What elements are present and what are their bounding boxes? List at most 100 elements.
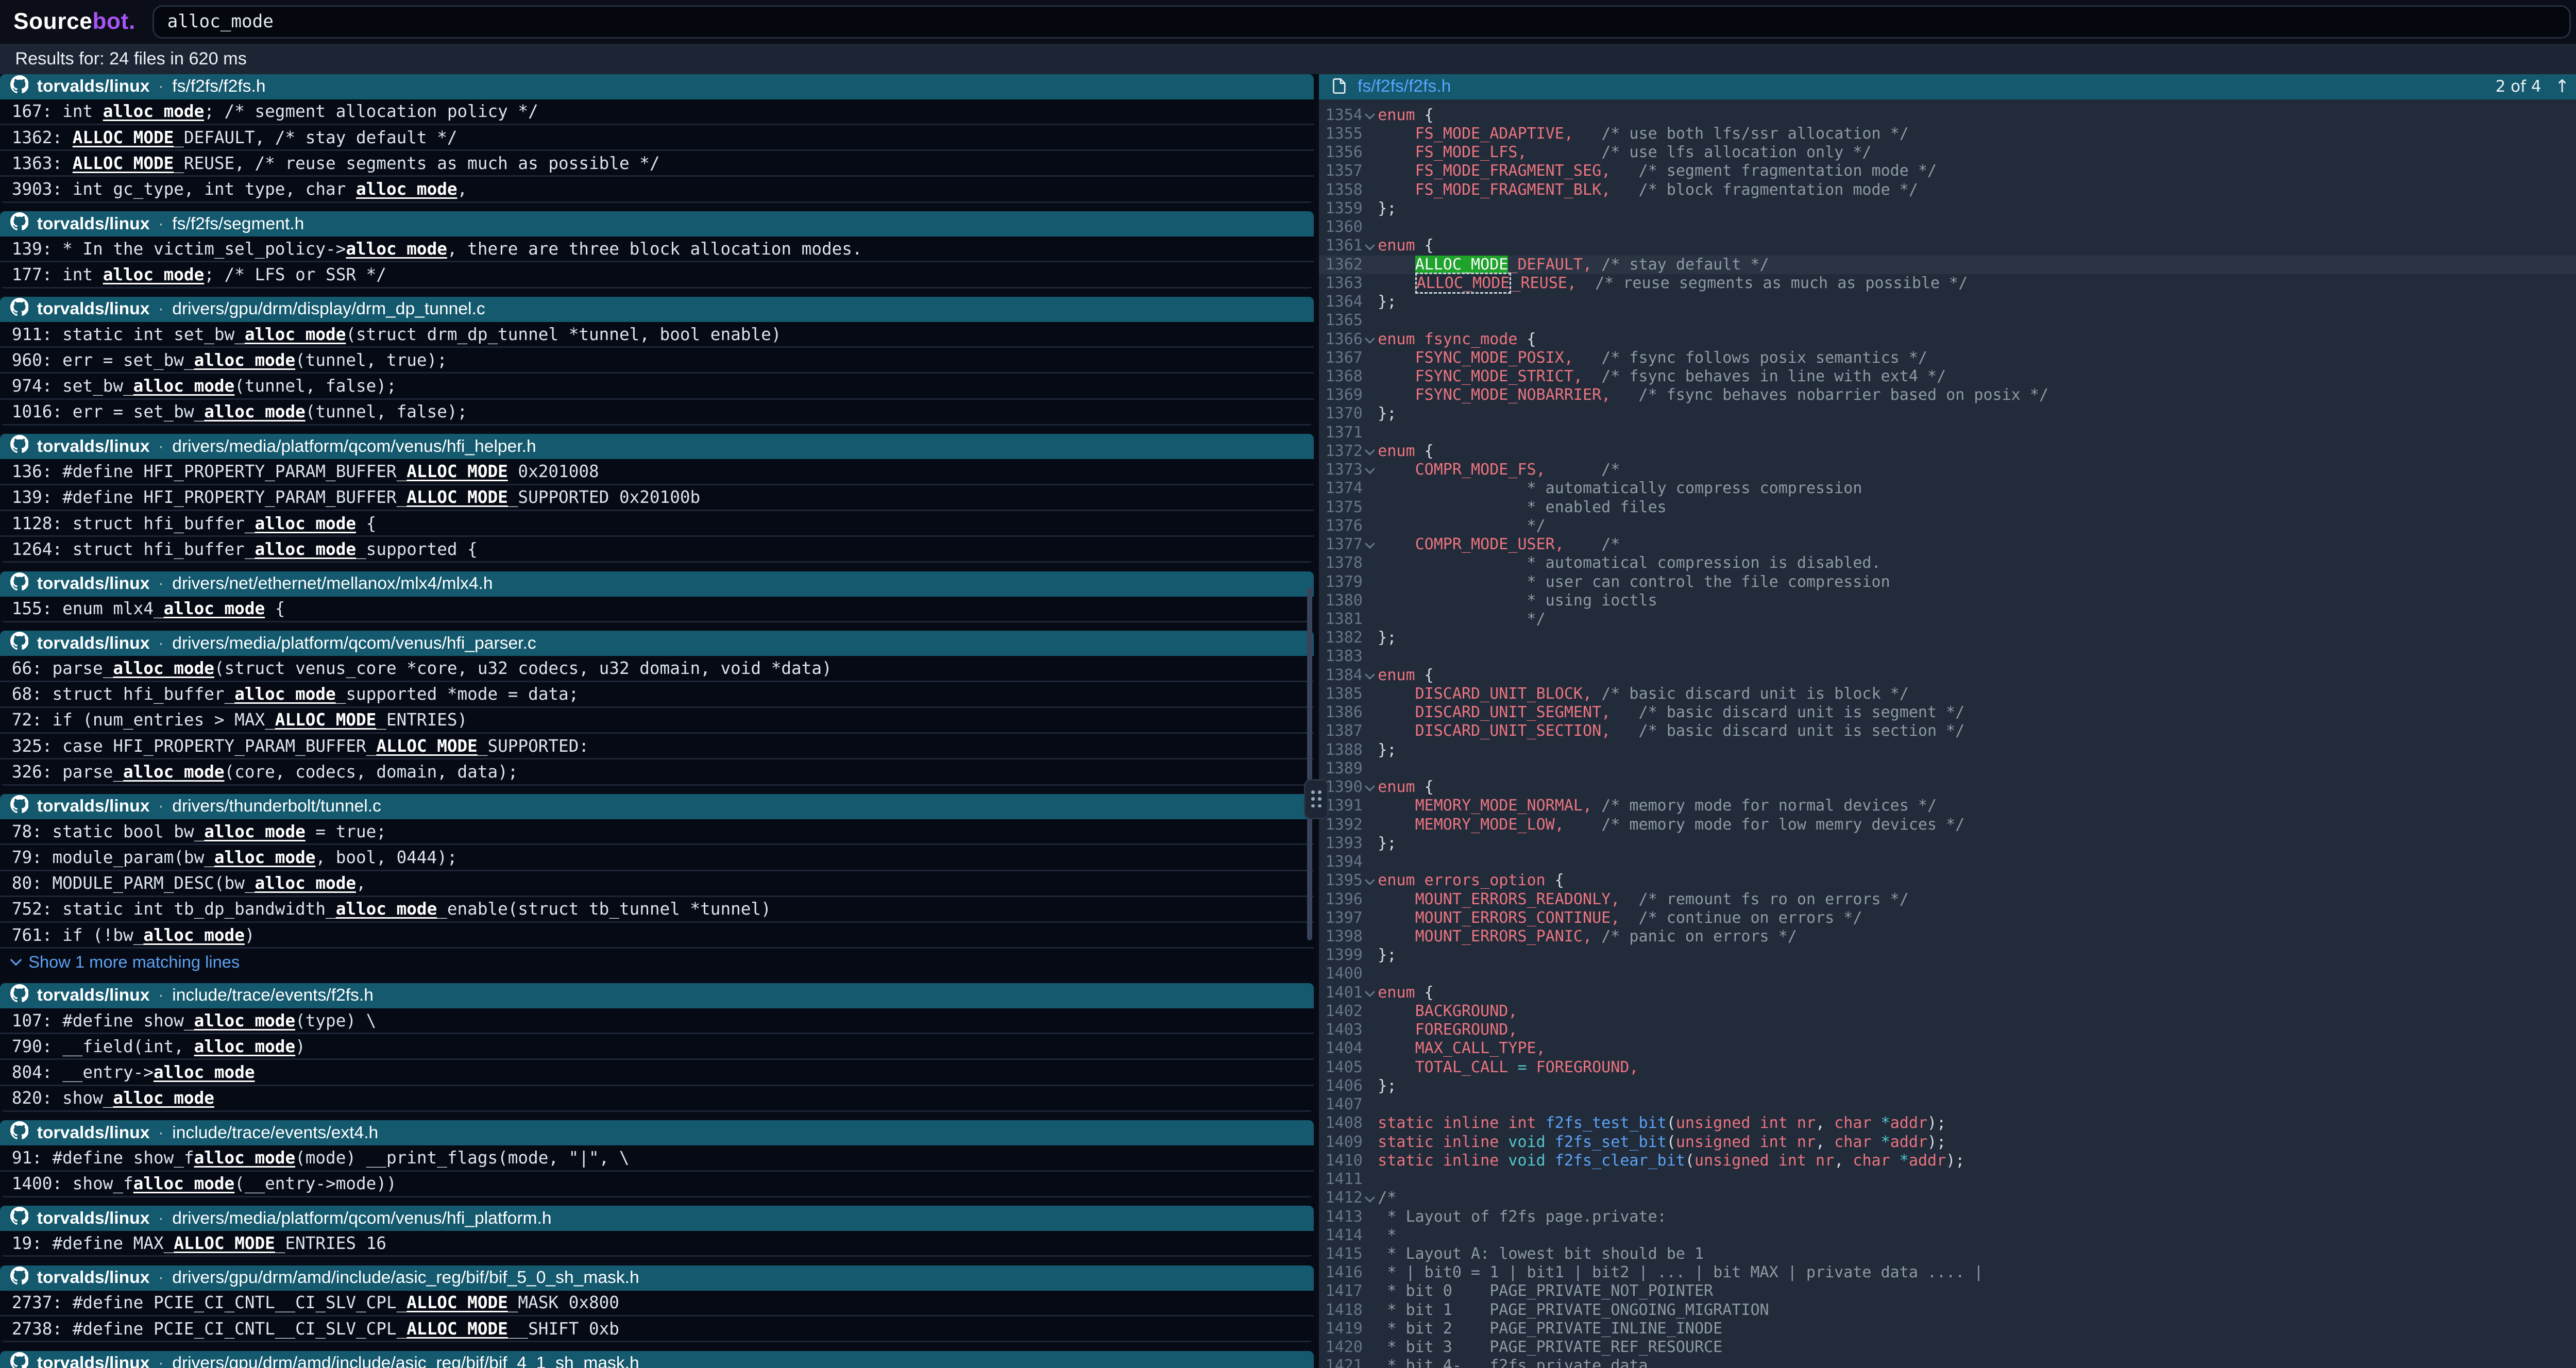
code-text: TOTAL_CALL = FOREGROUND,: [1378, 1058, 2576, 1077]
match-line[interactable]: 1264: struct hfi_buffer_alloc_mode_suppo…: [0, 537, 1314, 563]
file-group-header[interactable]: torvalds/linux·fs/f2fs/segment.h: [0, 211, 1314, 237]
file-group-header[interactable]: torvalds/linux·drivers/thunderbolt/tunne…: [0, 794, 1314, 819]
fold-chevron-icon[interactable]: [1363, 984, 1378, 1002]
code-text: };: [1378, 834, 2576, 853]
fold-gutter: [1363, 1208, 1378, 1226]
line-number: 1370: [1319, 404, 1363, 423]
match-line[interactable]: 72: if (num_entries > MAX_ALLOC_MODE_ENT…: [0, 708, 1314, 734]
match-line[interactable]: 1362: ALLOC_MODE_DEFAULT, /* stay defaul…: [0, 125, 1314, 151]
code-text: FS_MODE_FRAGMENT_SEG, /* segment fragmen…: [1378, 162, 2576, 180]
match-line[interactable]: 155: enum mlx4_alloc_mode {: [0, 597, 1314, 622]
code-line: 1385 DISCARD_UNIT_BLOCK, /* basic discar…: [1319, 685, 2576, 703]
show-more-matches[interactable]: Show 1 more matching lines: [0, 949, 1314, 974]
match-line[interactable]: 2738: #define PCIE_CI_CNTL__CI_SLV_CPL_A…: [0, 1316, 1314, 1342]
match-line[interactable]: 68: struct hfi_buffer_alloc_mode_support…: [0, 682, 1314, 708]
match-line[interactable]: 136: #define HFI_PROPERTY_PARAM_BUFFER_A…: [0, 459, 1314, 485]
repo-name: torvalds/linux: [37, 797, 150, 816]
repo-name: torvalds/linux: [37, 437, 150, 457]
fold-chevron-icon[interactable]: [1363, 535, 1378, 554]
fold-gutter: [1363, 927, 1378, 946]
match-line[interactable]: 139: #define HFI_PROPERTY_PARAM_BUFFER_A…: [0, 485, 1314, 511]
match-line[interactable]: 139: * In the victim_sel_policy->alloc_m…: [0, 237, 1314, 262]
fold-chevron-icon[interactable]: [1363, 237, 1378, 255]
code-text: MAX_CALL_TYPE,: [1378, 1039, 2576, 1058]
file-group-header[interactable]: torvalds/linux·drivers/media/platform/qc…: [0, 631, 1314, 656]
file-group-header[interactable]: torvalds/linux·drivers/gpu/drm/amd/inclu…: [0, 1265, 1314, 1291]
match-line[interactable]: 820: show_alloc_mode: [0, 1086, 1314, 1112]
fold-chevron-icon[interactable]: [1363, 1189, 1378, 1207]
match-line[interactable]: 19: #define MAX_ALLOC_MODE_ENTRIES 16: [0, 1231, 1314, 1257]
match-line[interactable]: 79: module_param(bw_alloc_mode, bool, 04…: [0, 845, 1314, 871]
match-line[interactable]: 325: case HFI_PROPERTY_PARAM_BUFFER_ALLO…: [0, 734, 1314, 759]
fold-gutter: [1363, 1301, 1378, 1320]
file-group-header[interactable]: torvalds/linux·drivers/gpu/drm/display/d…: [0, 297, 1314, 322]
code-line: 1395enum errors_option {: [1319, 871, 2576, 890]
github-icon: [10, 1207, 29, 1230]
github-icon: [10, 1121, 29, 1144]
match-line[interactable]: 3903: int gc_type, int type, char alloc_…: [0, 177, 1314, 202]
fold-chevron-icon[interactable]: [1363, 461, 1378, 479]
match-line[interactable]: 1363: ALLOC_MODE_REUSE, /* reuse segment…: [0, 151, 1314, 177]
file-group-header[interactable]: torvalds/linux·drivers/gpu/drm/amd/inclu…: [0, 1351, 1314, 1368]
line-number: 1402: [1319, 1002, 1363, 1021]
file-group-header[interactable]: torvalds/linux·drivers/net/ethernet/mell…: [0, 571, 1314, 597]
fold-chevron-icon[interactable]: [1363, 778, 1378, 797]
file-group-header[interactable]: torvalds/linux·drivers/media/platform/qc…: [0, 1206, 1314, 1231]
fold-gutter: [1363, 404, 1378, 423]
match-line[interactable]: 790: __field(int, alloc_mode): [0, 1034, 1314, 1060]
match-line[interactable]: 960: err = set_bw_alloc_mode(tunnel, tru…: [0, 348, 1314, 374]
fold-chevron-icon[interactable]: [1363, 442, 1378, 461]
sourcebot-logo[interactable]: Sourcebot.: [13, 9, 135, 35]
code-text: enum errors_option {: [1378, 871, 2576, 890]
results-scrollbar-thumb[interactable]: [1307, 587, 1312, 941]
match-line[interactable]: 80: MODULE_PARM_DESC(bw_alloc_mode,: [0, 871, 1314, 897]
fold-chevron-icon[interactable]: [1363, 330, 1378, 349]
fold-chevron-icon[interactable]: [1363, 871, 1378, 890]
preview-file-path[interactable]: fs/f2fs/f2fs.h: [1358, 77, 1451, 96]
line-number: 1410: [1319, 1152, 1363, 1170]
code-text: [1378, 759, 2576, 778]
match-line[interactable]: 1016: err = set_bw_alloc_mode(tunnel, fa…: [0, 400, 1314, 426]
code-text: * user can control the file compression: [1378, 573, 2576, 592]
match-line[interactable]: 91: #define show_falloc_mode(mode) __pri…: [0, 1145, 1314, 1171]
code-line: 1402 BACKGROUND,: [1319, 1002, 2576, 1021]
match-line[interactable]: 974: set_bw_alloc_mode(tunnel, false);: [0, 374, 1314, 399]
match-line[interactable]: 66: parse_alloc_mode(struct venus_core *…: [0, 656, 1314, 682]
match-line[interactable]: 1128: struct hfi_buffer_alloc_mode {: [0, 511, 1314, 537]
code-text: DISCARD_UNIT_SECTION, /* basic discard u…: [1378, 722, 2576, 740]
file-path: fs/f2fs/f2fs.h: [172, 77, 265, 96]
chevron-down-icon: [10, 954, 22, 966]
match-line[interactable]: 752: static int tb_dp_bandwidth_alloc_mo…: [0, 897, 1314, 923]
match-line[interactable]: 177: int alloc_mode; /* LFS or SSR */: [0, 262, 1314, 288]
file-group-header[interactable]: torvalds/linux·include/trace/events/f2fs…: [0, 983, 1314, 1008]
match-line[interactable]: 911: static int set_bw_alloc_mode(struct…: [0, 322, 1314, 348]
code-line: 1364};: [1319, 293, 2576, 311]
search-input[interactable]: [167, 11, 2556, 32]
line-number: 1421: [1319, 1357, 1363, 1367]
fold-chevron-icon[interactable]: [1363, 666, 1378, 685]
match-line[interactable]: 107: #define show_alloc_mode(type) \: [0, 1008, 1314, 1034]
match-line[interactable]: 1400: show_falloc_mode(__entry->mode)): [0, 1172, 1314, 1197]
split-drag-handle[interactable]: [1304, 779, 1329, 819]
result-file-group: torvalds/linux·drivers/media/platform/qc…: [0, 1206, 1314, 1257]
line-number: 1357: [1319, 162, 1363, 180]
results-summary-text: Results for: 24 files in 620 ms: [15, 49, 246, 69]
search-box[interactable]: [152, 5, 2571, 39]
file-group-header[interactable]: torvalds/linux·drivers/media/platform/qc…: [0, 434, 1314, 459]
match-line[interactable]: 804: __entry->alloc_mode: [0, 1060, 1314, 1086]
code-text: [1378, 647, 2576, 666]
fold-chevron-icon[interactable]: [1363, 106, 1378, 125]
file-group-header[interactable]: torvalds/linux·include/trace/events/ext4…: [0, 1120, 1314, 1145]
match-line[interactable]: 2737: #define PCIE_CI_CNTL__CI_SLV_CPL_A…: [0, 1291, 1314, 1316]
code-text: * automatically compress compression: [1378, 479, 2576, 498]
match-line[interactable]: 761: if (!bw_alloc_mode): [0, 923, 1314, 949]
file-group-header[interactable]: torvalds/linux·fs/f2fs/f2fs.h: [0, 74, 1314, 99]
match-line[interactable]: 167: int alloc_mode; /* segment allocati…: [0, 99, 1314, 125]
fold-gutter: [1363, 256, 1378, 274]
previous-match-icon[interactable]: ↑: [2555, 78, 2570, 95]
match-line[interactable]: 326: parse_alloc_mode(core, codecs, doma…: [0, 759, 1314, 785]
code-line: 1419 * bit 2 PAGE_PRIVATE_INLINE_INODE: [1319, 1320, 2576, 1338]
line-number: 1415: [1319, 1245, 1363, 1263]
fold-gutter: [1363, 1021, 1378, 1039]
match-line[interactable]: 78: static bool bw_alloc_mode = true;: [0, 819, 1314, 845]
